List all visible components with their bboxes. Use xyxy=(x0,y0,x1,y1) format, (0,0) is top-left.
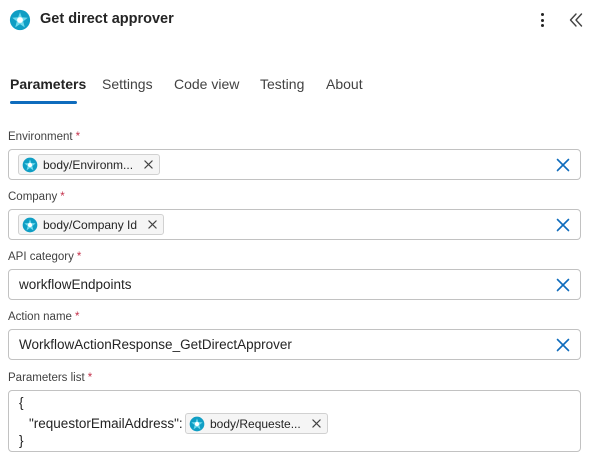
action-name-value: WorkflowActionResponse_GetDirectApprover xyxy=(19,337,292,352)
required-marker: * xyxy=(74,311,80,323)
remove-token-icon[interactable] xyxy=(148,220,157,229)
api-category-label: API category * xyxy=(8,251,82,263)
token-label: body/Requeste... xyxy=(210,416,301,431)
clear-field-icon[interactable] xyxy=(555,157,571,173)
api-category-field[interactable]: workflowEndpoints xyxy=(8,269,581,300)
dynamic-content-token[interactable]: body/Environm... xyxy=(18,154,161,175)
required-marker: * xyxy=(75,131,81,143)
environment-field[interactable]: body/Environm... xyxy=(8,149,581,180)
panel-header: Get direct approver xyxy=(0,0,595,40)
more-options-icon[interactable] xyxy=(534,10,550,30)
remove-token-icon[interactable] xyxy=(144,160,153,169)
tab-code-view[interactable]: Code view xyxy=(174,76,239,106)
close-brace: } xyxy=(19,433,24,448)
open-brace: { xyxy=(19,395,24,410)
dynamic-content-token[interactable]: body/Company Id xyxy=(18,214,165,235)
required-marker: * xyxy=(87,372,93,384)
clear-field-icon[interactable] xyxy=(555,337,571,353)
parameters-list-editor[interactable]: { "requestorEmailAddress": body/Requeste… xyxy=(8,390,581,452)
clear-field-icon[interactable] xyxy=(555,217,571,233)
required-marker: * xyxy=(60,191,65,203)
required-marker: * xyxy=(76,251,82,263)
tab-about[interactable]: About xyxy=(326,76,363,106)
parameters-list-label: Parameters list * xyxy=(8,372,93,384)
tab-settings[interactable]: Settings xyxy=(102,76,153,106)
remove-token-icon[interactable] xyxy=(312,419,321,428)
app-icon xyxy=(9,9,31,31)
dataverse-icon xyxy=(22,217,38,232)
dynamic-content-token[interactable]: body/Requeste... xyxy=(185,413,328,434)
action-name-field[interactable]: WorkflowActionResponse_GetDirectApprover xyxy=(8,329,581,360)
company-field[interactable]: body/Company Id xyxy=(8,209,581,240)
panel-title: Get direct approver xyxy=(40,11,174,27)
clear-field-icon[interactable] xyxy=(555,277,571,293)
parameter-key: "requestorEmailAddress": xyxy=(29,416,183,431)
environment-label: Environment * xyxy=(8,131,81,143)
dataverse-icon xyxy=(189,416,205,431)
action-name-label: Action name * xyxy=(8,311,80,323)
active-tab-indicator xyxy=(10,101,77,104)
tab-testing[interactable]: Testing xyxy=(260,76,304,106)
dataverse-icon xyxy=(22,157,38,172)
company-label: Company * xyxy=(8,191,65,203)
collapse-panel-icon[interactable] xyxy=(567,10,585,30)
api-category-value: workflowEndpoints xyxy=(19,277,132,292)
token-label: body/Environm... xyxy=(43,157,134,172)
tab-bar: Parameters Settings Code view Testing Ab… xyxy=(0,66,595,106)
token-label: body/Company Id xyxy=(43,217,138,232)
